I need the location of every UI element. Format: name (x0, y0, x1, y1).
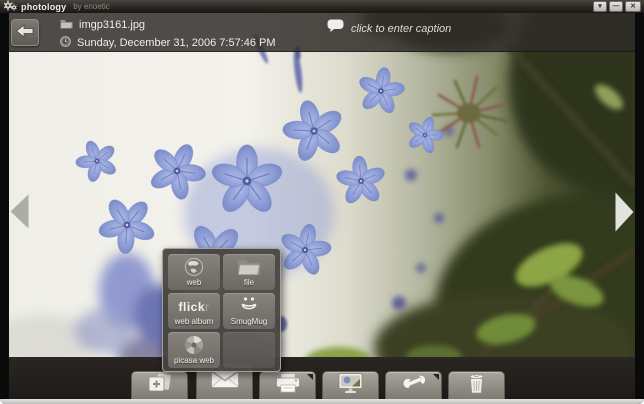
share-menu-label: file (243, 278, 255, 287)
window-left-edge (0, 13, 9, 399)
app-title: photology (21, 1, 67, 12)
photo-datetime: Sunday, December 31, 2006 7:57:46 PM (77, 37, 276, 49)
printer-icon (275, 373, 301, 398)
photo-blue-plumbago (9, 13, 635, 357)
photos-plus-icon (147, 372, 173, 399)
window-menu-button[interactable]: ▾ (593, 1, 607, 12)
delete-button[interactable] (448, 371, 505, 399)
share-menu-popup: web file flickr web album SmugMug picasa… (162, 248, 281, 372)
share-menu-item-smugmug[interactable]: SmugMug (223, 293, 275, 329)
close-button[interactable]: ✕ (625, 1, 641, 12)
monitor-photo-icon (338, 372, 363, 399)
window-right-edge (635, 13, 644, 399)
submenu-indicator-icon (433, 374, 439, 380)
share-menu-item-flickr[interactable]: flickr web album (168, 293, 220, 329)
share-menu-item-empty (223, 332, 275, 368)
add-photos-button[interactable] (131, 371, 188, 399)
back-button[interactable] (11, 19, 39, 46)
speech-bubble-icon (327, 19, 344, 38)
photology-logo-icon (3, 0, 17, 16)
app-window: photology by enoetic ▾ — ✕ imgp3161.jpg … (0, 0, 644, 404)
titlebar: photology by enoetic ▾ — ✕ (0, 0, 644, 13)
caption-placeholder[interactable]: click to enter caption (351, 23, 451, 35)
photo-info-header: imgp3161.jpg Sunday, December 31, 2006 7… (9, 13, 635, 52)
share-menu-item-file[interactable]: file (223, 254, 275, 290)
submenu-indicator-icon (307, 374, 313, 380)
folder-icon (60, 16, 73, 34)
back-arrow-icon (15, 23, 34, 42)
minimize-button[interactable]: — (609, 1, 623, 12)
photo-filename: imgp3161.jpg (79, 19, 146, 31)
trash-icon (468, 373, 485, 399)
folder-icon (223, 257, 275, 276)
wrench-icon (401, 375, 426, 396)
share-menu-item-picasa[interactable]: picasa web (168, 332, 220, 368)
next-photo-arrow[interactable] (615, 192, 634, 237)
share-menu-label: web album (174, 317, 214, 326)
share-menu-label: web (186, 278, 202, 287)
pinwheel-icon (168, 335, 220, 355)
photo-viewer[interactable] (9, 13, 635, 357)
window-bottom-edge (0, 399, 644, 404)
flickr-logo: flickr (178, 300, 210, 314)
smiley-icon (223, 296, 275, 314)
clock-icon (60, 34, 71, 52)
globe-icon (168, 257, 220, 277)
previous-photo-arrow[interactable] (10, 194, 29, 234)
app-byline: by enoetic (73, 2, 110, 11)
share-menu-label: picasa web (173, 356, 215, 365)
set-wallpaper-button[interactable] (322, 371, 379, 399)
share-menu-item-web[interactable]: web (168, 254, 220, 290)
share-menu-label: SmugMug (230, 317, 268, 326)
tools-button[interactable] (385, 371, 442, 399)
envelope-icon (210, 370, 239, 393)
print-button[interactable] (259, 371, 316, 399)
